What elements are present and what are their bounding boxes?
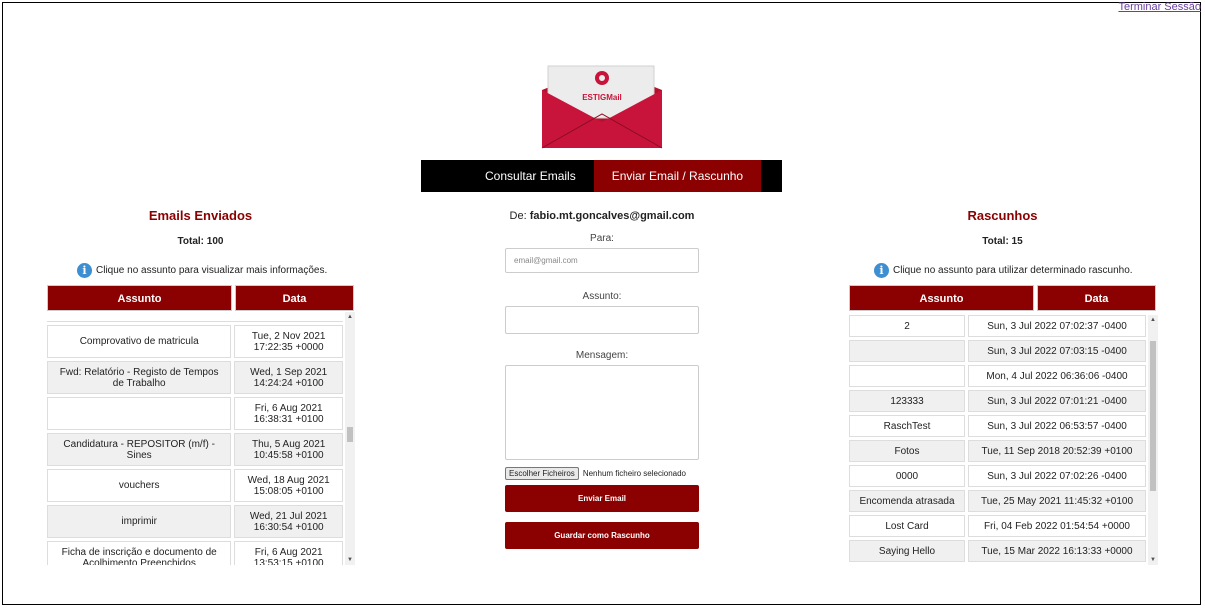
info-icon: i	[77, 263, 92, 278]
sent-date-cell: Wed, 1 Sep 2021 14:24:24 +0100	[234, 361, 343, 394]
sent-date-cell: Fri, 6 Aug 2021 13:53:15 +0100	[234, 541, 343, 565]
to-input[interactable]: email@gmail.com	[505, 248, 699, 273]
drafts-subject-cell[interactable]: Encomenda atrasada	[849, 490, 965, 512]
sent-table-body[interactable]: Comprovativo de matricula Tue, 2 Nov 2021…	[47, 312, 343, 565]
drafts-row[interactable]: 123333 Sun, 3 Jul 2022 07:01:21 -0400	[849, 390, 1146, 412]
drafts-row[interactable]: Sun, 3 Jul 2022 07:03:15 -0400	[849, 340, 1146, 362]
sent-subject-cell[interactable]: imprimir	[47, 505, 232, 538]
message-textarea[interactable]	[505, 365, 699, 460]
drafts-subject-cell[interactable]: Saying Hello	[849, 540, 965, 562]
drafts-row[interactable]: RaschTest Sun, 3 Jul 2022 06:53:57 -0400	[849, 415, 1146, 437]
scroll-up-icon[interactable]: ▲	[1148, 317, 1158, 323]
sent-subject-cell[interactable]: Comprovativo de matricula	[47, 325, 232, 358]
sent-row[interactable]: Ficha de inscrição e documento de Acolhi…	[47, 541, 343, 565]
drafts-row[interactable]: Mon, 4 Jul 2022 06:36:06 -0400	[849, 365, 1146, 387]
sent-total: Total: 100	[177, 236, 224, 247]
drafts-date-cell: Tue, 11 Sep 2018 20:52:39 +0100	[968, 440, 1146, 462]
sent-header-subject[interactable]: Assunto	[47, 285, 232, 311]
sent-subject-cell[interactable]	[47, 397, 232, 430]
drafts-row[interactable]: Saying Hello Tue, 15 Mar 2022 16:13:33 +0…	[849, 540, 1146, 562]
sent-subject-cell[interactable]: Candidatura - REPOSITOR (m/f) - Sines	[47, 433, 232, 466]
tab-consultar-emails[interactable]: Consultar Emails	[467, 160, 594, 192]
drafts-header-subject[interactable]: Assunto	[849, 285, 1034, 311]
file-picker: Escolher Ficheiros Nenhum ficheiro selec…	[505, 467, 686, 480]
drafts-subject-cell[interactable]: 0000	[849, 465, 965, 487]
drafts-subject-cell[interactable]: RaschTest	[849, 415, 965, 437]
drafts-date-cell: Sun, 3 Jul 2022 06:53:57 -0400	[968, 415, 1146, 437]
sent-date-cell: Wed, 21 Jul 2021 16:30:54 +0100	[234, 505, 343, 538]
drafts-table-body[interactable]: 2 Sun, 3 Jul 2022 07:02:37 -0400 Sun, 3 Ju…	[849, 315, 1146, 565]
sent-row[interactable]: vouchers Wed, 18 Aug 2021 15:08:05 +0100	[47, 469, 343, 502]
from-line: De: fabio.mt.goncalves@gmail.com	[505, 210, 699, 222]
subject-input[interactable]	[505, 306, 699, 334]
drafts-date-cell: Sun, 3 Jul 2022 07:02:26 -0400	[968, 465, 1146, 487]
sent-subject-cell[interactable]: Ficha de inscrição e documento de Acolhi…	[47, 541, 232, 565]
sent-row[interactable]: imprimir Wed, 21 Jul 2021 16:30:54 +0100	[47, 505, 343, 538]
drafts-header-date[interactable]: Data	[1037, 285, 1156, 311]
to-placeholder: email@gmail.com	[514, 256, 578, 265]
drafts-row[interactable]: Fotos Tue, 11 Sep 2018 20:52:39 +0100	[849, 440, 1146, 462]
file-status: Nenhum ficheiro selecionado	[582, 469, 686, 478]
choose-files-button[interactable]: Escolher Ficheiros	[505, 467, 579, 480]
drafts-subject-cell[interactable]: Lost Card	[849, 515, 965, 537]
drafts-title: Rascunhos	[967, 208, 1038, 223]
drafts-subject-cell[interactable]: 123333	[849, 390, 965, 412]
sent-row[interactable]: Candidatura - REPOSITOR (m/f) - Sines Thu…	[47, 433, 343, 466]
drafts-subject-cell[interactable]: Fotos	[849, 440, 965, 462]
drafts-date-cell: Tue, 15 Mar 2022 16:13:33 +0000	[968, 540, 1146, 562]
drafts-date-cell: Sun, 3 Jul 2022 07:03:15 -0400	[968, 340, 1146, 362]
drafts-scroll-thumb[interactable]	[1150, 341, 1156, 491]
drafts-row[interactable]: Encomenda atrasada Tue, 25 May 2021 11:45…	[849, 490, 1146, 512]
send-email-button[interactable]: Enviar Email	[505, 485, 699, 512]
drafts-subject-cell[interactable]	[849, 340, 965, 362]
drafts-row[interactable]: 2 Sun, 3 Jul 2022 07:02:37 -0400	[849, 315, 1146, 337]
sent-subject-cell[interactable]: vouchers	[47, 469, 232, 502]
drafts-subject-cell[interactable]: 2	[849, 315, 965, 337]
sent-date-cell: Tue, 2 Nov 2021 17:22:35 +0000	[234, 325, 343, 358]
sent-date-cell: Thu, 5 Aug 2021 10:45:58 +0100	[234, 433, 343, 466]
sent-hint-text: Clique no assunto para visualizar mais i…	[96, 265, 328, 276]
sent-date-cell: Fri, 6 Aug 2021 16:38:31 +0100	[234, 397, 343, 430]
message-label: Mensagem:	[575, 350, 629, 361]
logo-text: ESTIGMail	[582, 93, 622, 102]
to-label: Para:	[590, 233, 614, 244]
drafts-hint: i Clique no assunto para utilizar determ…	[874, 263, 1133, 278]
tab-enviar-email[interactable]: Enviar Email / Rascunho	[593, 160, 762, 192]
logout-link[interactable]: Terminar Sessão	[1118, 1, 1201, 13]
estigmail-logo: ESTIGMail	[541, 65, 663, 149]
drafts-date-cell: Fri, 04 Feb 2022 01:54:54 +0000	[968, 515, 1146, 537]
info-icon: i	[874, 263, 889, 278]
subject-label: Assunto:	[582, 291, 622, 302]
drafts-table-header: Assunto Data	[849, 285, 1156, 311]
sent-scrollbar[interactable]: ▲ ▼	[345, 312, 355, 565]
from-value: fabio.mt.goncalves@gmail.com	[529, 210, 695, 222]
scroll-up-icon[interactable]: ▲	[345, 314, 355, 320]
drafts-scrollbar[interactable]: ▲ ▼	[1148, 315, 1158, 565]
from-label: De:	[509, 210, 527, 222]
sent-table-header: Assunto Data	[47, 285, 354, 311]
drafts-date-cell: Tue, 25 May 2021 11:45:32 +0100	[968, 490, 1146, 512]
sent-date-cell: Wed, 18 Aug 2021 15:08:05 +0100	[234, 469, 343, 502]
scroll-down-icon[interactable]: ▼	[1148, 557, 1158, 563]
drafts-date-cell: Sun, 3 Jul 2022 07:01:21 -0400	[968, 390, 1146, 412]
sent-scroll-thumb[interactable]	[347, 427, 353, 442]
scroll-down-icon[interactable]: ▼	[345, 557, 355, 563]
main-nav: Consultar Emails Enviar Email / Rascunho	[421, 160, 782, 192]
sent-hint: i Clique no assunto para visualizar mais…	[77, 263, 327, 278]
sent-header-date[interactable]: Data	[235, 285, 354, 311]
drafts-row[interactable]: Lost Card Fri, 04 Feb 2022 01:54:54 +0000	[849, 515, 1146, 537]
drafts-hint-text: Clique no assunto para utilizar determin…	[893, 265, 1133, 276]
sent-row[interactable]: Comprovativo de matricula Tue, 2 Nov 2021…	[47, 325, 343, 358]
drafts-date-cell: Sun, 3 Jul 2022 07:02:37 -0400	[968, 315, 1146, 337]
save-draft-button[interactable]: Guardar como Rascunho	[505, 522, 699, 549]
sent-title: Emails Enviados	[148, 208, 253, 223]
sent-subject-cell[interactable]: Fwd: Relatório - Registo de Tempos de Tr…	[47, 361, 232, 394]
drafts-row[interactable]: 0000 Sun, 3 Jul 2022 07:02:26 -0400	[849, 465, 1146, 487]
sent-row[interactable]: Fwd: Relatório - Registo de Tempos de Tr…	[47, 361, 343, 394]
sent-row-partial	[47, 312, 343, 322]
drafts-total: Total: 15	[982, 236, 1023, 247]
drafts-date-cell: Mon, 4 Jul 2022 06:36:06 -0400	[968, 365, 1146, 387]
sent-row[interactable]: Fri, 6 Aug 2021 16:38:31 +0100	[47, 397, 343, 430]
drafts-subject-cell[interactable]	[849, 365, 965, 387]
